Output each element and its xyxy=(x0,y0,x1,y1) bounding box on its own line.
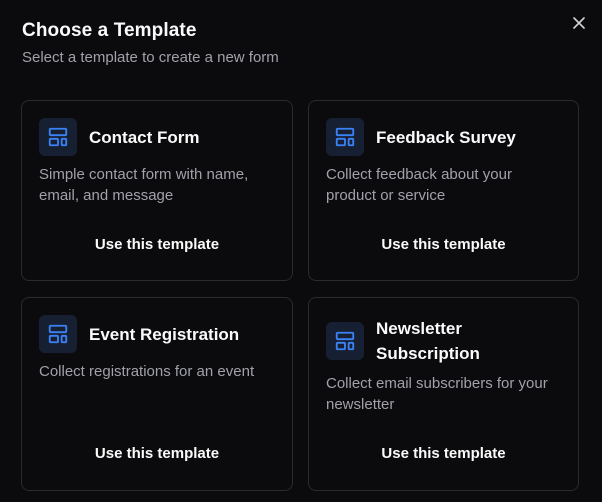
layout-template-icon xyxy=(335,127,355,147)
template-card-contact-form[interactable]: Contact Form Simple contact form with na… xyxy=(21,100,293,281)
template-description: Collect feedback about your product or s… xyxy=(326,166,512,204)
template-card-newsletter-subscription[interactable]: Newsletter Subscription Collect email su… xyxy=(308,297,579,491)
dialog-subtitle: Select a template to create a new form xyxy=(22,49,279,66)
template-card-event-registration[interactable]: Event Registration Collect registrations… xyxy=(21,297,293,491)
template-title: Contact Form xyxy=(89,128,200,147)
dialog-title: Choose a Template xyxy=(22,20,197,41)
layout-template-icon xyxy=(48,127,68,147)
use-template-button[interactable]: Use this template xyxy=(22,236,292,253)
template-icon-container xyxy=(326,118,364,156)
use-template-button[interactable]: Use this template xyxy=(309,445,578,462)
template-title: Feedback Survey xyxy=(376,128,516,147)
template-description: Simple contact form with name, email, an… xyxy=(39,166,249,204)
use-template-button[interactable]: Use this template xyxy=(22,445,292,462)
choose-template-dialog: Choose a Template Select a template to c… xyxy=(0,0,602,502)
template-icon-container xyxy=(326,322,364,360)
template-title: Event Registration xyxy=(89,325,240,344)
template-card-feedback-survey[interactable]: Feedback Survey Collect feedback about y… xyxy=(308,100,579,281)
template-description: Collect registrations for an event xyxy=(39,363,255,380)
close-icon xyxy=(573,17,585,29)
template-description: Collect email subscribers for your newsl… xyxy=(326,375,548,413)
layout-template-icon xyxy=(335,331,355,351)
template-title: Newsletter Subscription xyxy=(376,319,480,363)
close-button[interactable] xyxy=(568,12,590,34)
layout-template-icon xyxy=(48,324,68,344)
template-icon-container xyxy=(39,315,77,353)
template-icon-container xyxy=(39,118,77,156)
use-template-button[interactable]: Use this template xyxy=(309,236,578,253)
